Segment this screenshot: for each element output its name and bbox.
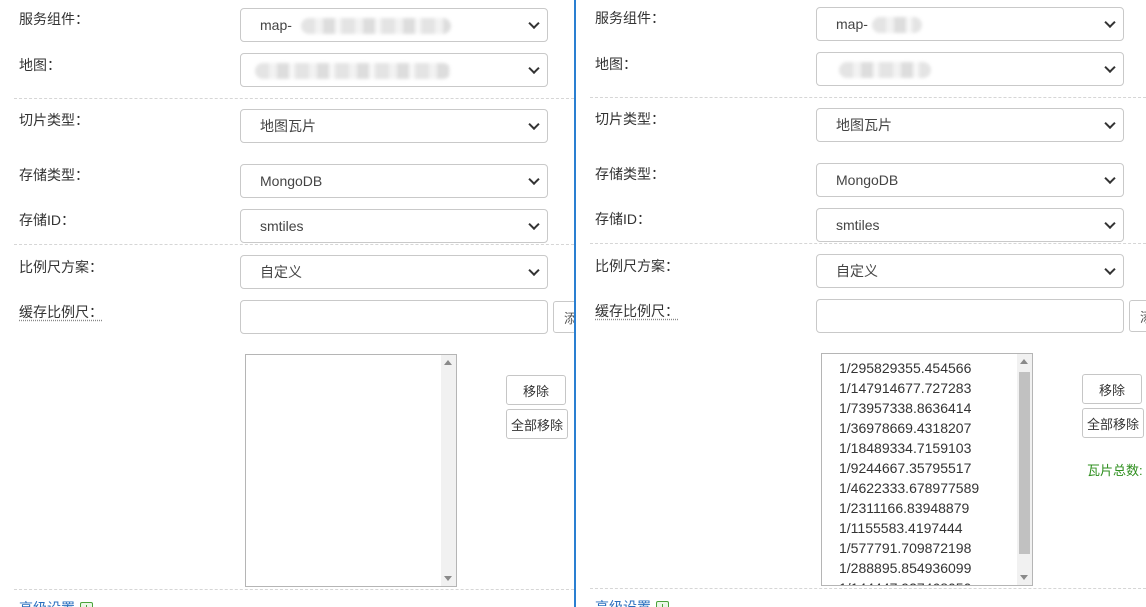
remove-all-button[interactable]: 全部移除 xyxy=(506,409,568,439)
scroll-down-icon[interactable] xyxy=(1020,575,1028,580)
tile-type-select[interactable]: 地图瓦片 xyxy=(816,108,1124,142)
left-form-panel: 服务组件： map- 地图： 切片类型： 地图瓦片 存储类型： MongoDB … xyxy=(0,0,574,607)
section-divider xyxy=(14,244,574,245)
advanced-settings-link[interactable]: 高级设置 xyxy=(19,598,75,607)
cache-scale-input[interactable] xyxy=(240,300,548,334)
cache-scale-input[interactable] xyxy=(816,299,1124,333)
chevron-down-icon xyxy=(528,17,540,30)
redaction-blur xyxy=(839,62,931,78)
scale-scheme-select[interactable]: 自定义 xyxy=(240,255,548,289)
map-select[interactable] xyxy=(240,53,548,87)
service-component-value: map- xyxy=(260,17,292,33)
chevron-down-icon xyxy=(528,264,540,277)
scroll-thumb[interactable] xyxy=(1019,372,1030,554)
scale-list-item[interactable]: 1/73957338.8636414 xyxy=(822,398,1016,418)
map-label: 地图： xyxy=(19,57,61,73)
tile-type-value: 地图瓦片 xyxy=(260,118,316,134)
chevron-down-icon xyxy=(1104,263,1116,276)
scale-scheme-select[interactable]: 自定义 xyxy=(816,254,1124,288)
expand-icon[interactable] xyxy=(656,601,669,607)
cache-scale-label: 缓存比例尺： xyxy=(595,303,679,319)
chevron-down-icon xyxy=(1104,172,1116,185)
redaction-blur xyxy=(872,17,922,33)
storage-type-value: MongoDB xyxy=(260,173,323,189)
storage-type-value: MongoDB xyxy=(836,172,899,188)
chevron-down-icon xyxy=(528,62,540,75)
storage-type-label: 存储类型： xyxy=(595,166,665,182)
chevron-down-icon xyxy=(1104,16,1116,29)
storage-type-select[interactable]: MongoDB xyxy=(240,164,548,198)
scale-scheme-value: 自定义 xyxy=(836,263,878,279)
expand-icon[interactable] xyxy=(80,602,93,607)
remove-button[interactable]: 移除 xyxy=(1082,374,1142,404)
storage-id-select[interactable]: smtiles xyxy=(816,208,1124,242)
chevron-down-icon xyxy=(1104,61,1116,74)
scale-list-item[interactable]: 1/4622333.678977589 xyxy=(822,478,1016,498)
scale-scheme-label: 比例尺方案： xyxy=(19,259,103,275)
section-divider xyxy=(14,589,574,590)
scale-scheme-label: 比例尺方案： xyxy=(595,258,679,274)
tile-type-value: 地图瓦片 xyxy=(836,117,892,133)
section-divider xyxy=(590,243,1146,244)
section-divider xyxy=(590,97,1146,98)
scroll-up-icon[interactable] xyxy=(1020,359,1028,364)
cache-scale-label: 缓存比例尺： xyxy=(19,304,103,320)
scale-list-item[interactable]: 1/1155583.4197444 xyxy=(822,518,1016,538)
chevron-down-icon xyxy=(1104,217,1116,230)
tile-type-label: 切片类型： xyxy=(595,111,665,127)
scale-listbox[interactable]: 1/295829355.454566 1/147914677.727283 1/73… xyxy=(821,353,1033,586)
tile-total-label: 瓦片总数: xyxy=(1087,463,1143,478)
chevron-down-icon xyxy=(528,218,540,231)
remove-button[interactable]: 移除 xyxy=(506,375,566,405)
scroll-down-icon[interactable] xyxy=(444,576,452,581)
chevron-down-icon xyxy=(1104,117,1116,130)
service-component-label: 服务组件： xyxy=(595,10,665,26)
scale-list-item[interactable]: 1/2311166.83948879 xyxy=(822,498,1016,518)
scale-list-item[interactable]: 1/577791.709872198 xyxy=(822,538,1016,558)
scale-scheme-value: 自定义 xyxy=(260,264,302,280)
scale-list-item[interactable]: 1/144447.927468050 xyxy=(822,578,1016,585)
service-component-select[interactable]: map- xyxy=(240,8,548,42)
storage-type-select[interactable]: MongoDB xyxy=(816,163,1124,197)
storage-type-label: 存储类型： xyxy=(19,167,89,183)
scale-list-item[interactable]: 1/295829355.454566 xyxy=(822,358,1016,378)
storage-id-value: smtiles xyxy=(260,218,304,234)
map-label: 地图： xyxy=(595,56,637,72)
service-component-select[interactable]: map- xyxy=(816,7,1124,41)
right-form-panel: 服务组件： map- 地图： 切片类型： 地图瓦片 存储类型： MongoDB … xyxy=(576,0,1146,607)
listbox-scrollbar[interactable] xyxy=(1017,354,1032,585)
scale-list-item[interactable]: 1/9244667.35795517 xyxy=(822,458,1016,478)
storage-id-label: 存储ID： xyxy=(595,211,651,227)
scroll-up-icon[interactable] xyxy=(444,360,452,365)
storage-id-select[interactable]: smtiles xyxy=(240,209,548,243)
scale-list-item[interactable]: 1/36978669.4318207 xyxy=(822,418,1016,438)
section-divider xyxy=(590,588,1146,589)
tile-type-label: 切片类型： xyxy=(19,112,89,128)
remove-all-button[interactable]: 全部移除 xyxy=(1082,408,1144,438)
chevron-down-icon xyxy=(528,173,540,186)
redaction-blur xyxy=(255,63,451,79)
add-scale-button[interactable]: 添 xyxy=(1129,300,1146,332)
chevron-down-icon xyxy=(528,118,540,131)
service-component-value: map- xyxy=(836,16,868,32)
add-scale-button[interactable]: 添 xyxy=(553,301,574,333)
storage-id-label: 存储ID： xyxy=(19,212,75,228)
tile-type-select[interactable]: 地图瓦片 xyxy=(240,109,548,143)
advanced-settings-link[interactable]: 高级设置 xyxy=(595,597,651,607)
section-divider xyxy=(14,98,574,99)
scale-list: 1/295829355.454566 1/147914677.727283 1/73… xyxy=(822,358,1016,585)
scale-list-item[interactable]: 1/18489334.7159103 xyxy=(822,438,1016,458)
map-select[interactable] xyxy=(816,52,1124,86)
service-component-label: 服务组件： xyxy=(19,11,89,27)
scale-list-item[interactable]: 1/147914677.727283 xyxy=(822,378,1016,398)
scale-listbox[interactable] xyxy=(245,354,457,587)
listbox-scrollbar[interactable] xyxy=(441,355,456,586)
scale-list-item[interactable]: 1/288895.854936099 xyxy=(822,558,1016,578)
storage-id-value: smtiles xyxy=(836,217,880,233)
redaction-blur xyxy=(301,18,451,34)
